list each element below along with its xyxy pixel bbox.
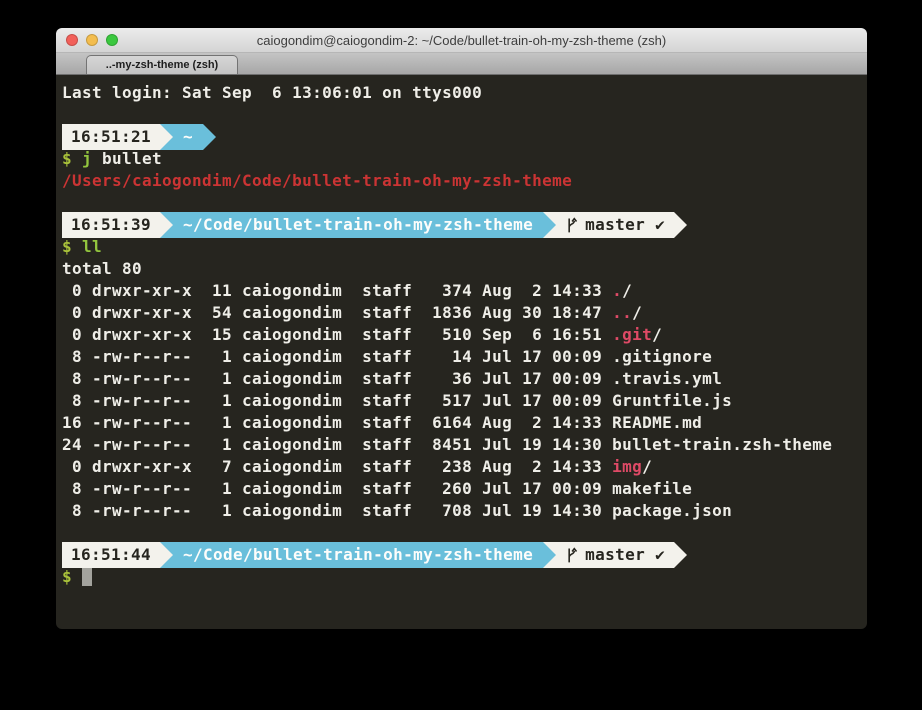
terminal-tab[interactable]: ..-my-zsh-theme (zsh)	[86, 55, 238, 74]
git-branch-icon	[565, 546, 578, 564]
powerline-arrow-icon	[160, 542, 173, 568]
blank-line	[62, 522, 867, 544]
file-row-details: 0 drwxr-xr-x 15 caiogondim staff 510 Sep…	[62, 325, 612, 344]
directory-name: img	[612, 457, 642, 476]
git-clean-check-icon: ✔	[655, 544, 665, 566]
prompt-char: $	[62, 567, 72, 586]
dir-slash: /	[622, 281, 632, 300]
prompt-git-segment: master ✔	[556, 542, 674, 568]
file-row: 8 -rw-r--r-- 1 caiogondim staff 36 Jul 1…	[62, 368, 867, 390]
powerline-arrow-icon	[160, 124, 173, 150]
blank-line	[62, 104, 867, 126]
file-name: Gruntfile.js	[612, 391, 732, 410]
prompt-line-1: 16:51:21 ~	[62, 126, 867, 148]
window-title: caiogondim@caiogondim-2: ~/Code/bullet-t…	[56, 33, 867, 48]
prompt-path-segment: ~/Code/bullet-train-oh-my-zsh-theme	[173, 212, 543, 238]
file-row: 0 drwxr-xr-x 15 caiogondim staff 510 Sep…	[62, 324, 867, 346]
terminal-window: caiogondim@caiogondim-2: ~/Code/bullet-t…	[56, 28, 867, 629]
file-row: 0 drwxr-xr-x 7 caiogondim staff 238 Aug …	[62, 456, 867, 478]
file-name: .travis.yml	[612, 369, 722, 388]
jump-output-path: /Users/caiogondim/Code/bullet-train-oh-m…	[62, 171, 572, 190]
git-branch-icon	[565, 216, 578, 234]
file-row: 16 -rw-r--r-- 1 caiogondim staff 6164 Au…	[62, 412, 867, 434]
git-branch-name: master	[585, 214, 645, 236]
terminal-cursor[interactable]	[82, 567, 92, 586]
prompt-path-segment: ~	[173, 124, 203, 150]
powerline-arrow-icon	[543, 542, 556, 568]
last-login-text: Last login: Sat Sep 6 13:06:01 on ttys00…	[62, 83, 482, 102]
prompt-line-3: 16:51:44 ~/Code/bullet-train-oh-my-zsh-th…	[62, 544, 867, 566]
command-line-j: $ j bullet	[62, 148, 867, 170]
tab-bar: ..-my-zsh-theme (zsh)	[56, 53, 867, 75]
file-name: README.md	[612, 413, 702, 432]
prompt-char: $	[62, 237, 72, 256]
powerline-joint	[160, 124, 173, 150]
powerline-joint	[203, 124, 216, 150]
prompt-time-segment: 16:51:44	[62, 542, 160, 568]
prompt-path-segment: ~/Code/bullet-train-oh-my-zsh-theme	[173, 542, 543, 568]
file-name: makefile	[612, 479, 692, 498]
file-row: 0 drwxr-xr-x 11 caiogondim staff 374 Aug…	[62, 280, 867, 302]
powerline-arrow-icon	[203, 124, 216, 150]
prompt-time-segment: 16:51:21	[62, 124, 160, 150]
file-row: 8 -rw-r--r-- 1 caiogondim staff 708 Jul …	[62, 500, 867, 522]
powerline-joint	[543, 212, 556, 238]
file-row: 0 drwxr-xr-x 54 caiogondim staff 1836 Au…	[62, 302, 867, 324]
git-branch-name: master	[585, 544, 645, 566]
file-name: package.json	[612, 501, 732, 520]
directory-name: .	[612, 281, 622, 300]
file-row-details: 0 drwxr-xr-x 11 caiogondim staff 374 Aug…	[62, 281, 612, 300]
directory-name: ..	[612, 303, 632, 322]
file-row-details: 8 -rw-r--r-- 1 caiogondim staff 14 Jul 1…	[62, 347, 612, 366]
command-args: bullet	[92, 149, 162, 168]
dir-slash: /	[632, 303, 642, 322]
file-row: 8 -rw-r--r-- 1 caiogondim staff 14 Jul 1…	[62, 346, 867, 368]
powerline-joint	[674, 212, 687, 238]
file-row-details: 8 -rw-r--r-- 1 caiogondim staff 517 Jul …	[62, 391, 612, 410]
title-bar[interactable]: caiogondim@caiogondim-2: ~/Code/bullet-t…	[56, 28, 867, 53]
file-row-details: 0 drwxr-xr-x 54 caiogondim staff 1836 Au…	[62, 303, 612, 322]
dir-slash: /	[642, 457, 652, 476]
file-row-details: 8 -rw-r--r-- 1 caiogondim staff 260 Jul …	[62, 479, 612, 498]
powerline-joint	[160, 542, 173, 568]
file-row: 8 -rw-r--r-- 1 caiogondim staff 260 Jul …	[62, 478, 867, 500]
powerline-arrow-icon	[674, 542, 687, 568]
file-name: .gitignore	[612, 347, 712, 366]
powerline-joint	[543, 542, 556, 568]
powerline-joint	[674, 542, 687, 568]
git-clean-check-icon: ✔	[655, 214, 665, 236]
powerline-joint	[160, 212, 173, 238]
powerline-arrow-icon	[160, 212, 173, 238]
file-listing: 0 drwxr-xr-x 11 caiogondim staff 374 Aug…	[62, 280, 867, 522]
file-row: 24 -rw-r--r-- 1 caiogondim staff 8451 Ju…	[62, 434, 867, 456]
prompt-git-segment: master ✔	[556, 212, 674, 238]
prompt-time-segment: 16:51:39	[62, 212, 160, 238]
directory-name: .git	[612, 325, 652, 344]
terminal-content[interactable]: Last login: Sat Sep 6 13:06:01 on ttys00…	[56, 75, 867, 629]
jump-output-line: /Users/caiogondim/Code/bullet-train-oh-m…	[62, 170, 867, 192]
powerline-arrow-icon	[543, 212, 556, 238]
file-row-details: 0 drwxr-xr-x 7 caiogondim staff 238 Aug …	[62, 457, 612, 476]
total-text: total 80	[62, 259, 142, 278]
last-login-line: Last login: Sat Sep 6 13:06:01 on ttys00…	[62, 82, 867, 104]
command-line-ll: $ ll	[62, 236, 867, 258]
file-row-details: 8 -rw-r--r-- 1 caiogondim staff 36 Jul 1…	[62, 369, 612, 388]
prompt-line-2: 16:51:39 ~/Code/bullet-train-oh-my-zsh-th…	[62, 214, 867, 236]
powerline-arrow-icon	[674, 212, 687, 238]
command-name: ll	[72, 237, 102, 256]
tab-label: ..-my-zsh-theme (zsh)	[106, 59, 218, 71]
total-line: total 80	[62, 258, 867, 280]
command-name: j	[72, 149, 92, 168]
dir-slash: /	[652, 325, 662, 344]
file-name: bullet-train.zsh-theme	[612, 435, 832, 454]
blank-line	[62, 192, 867, 214]
file-row: 8 -rw-r--r-- 1 caiogondim staff 517 Jul …	[62, 390, 867, 412]
file-row-details: 8 -rw-r--r-- 1 caiogondim staff 708 Jul …	[62, 501, 612, 520]
file-row-details: 16 -rw-r--r-- 1 caiogondim staff 6164 Au…	[62, 413, 612, 432]
file-row-details: 24 -rw-r--r-- 1 caiogondim staff 8451 Ju…	[62, 435, 612, 454]
prompt-char: $	[62, 149, 72, 168]
input-line[interactable]: $	[62, 566, 867, 588]
